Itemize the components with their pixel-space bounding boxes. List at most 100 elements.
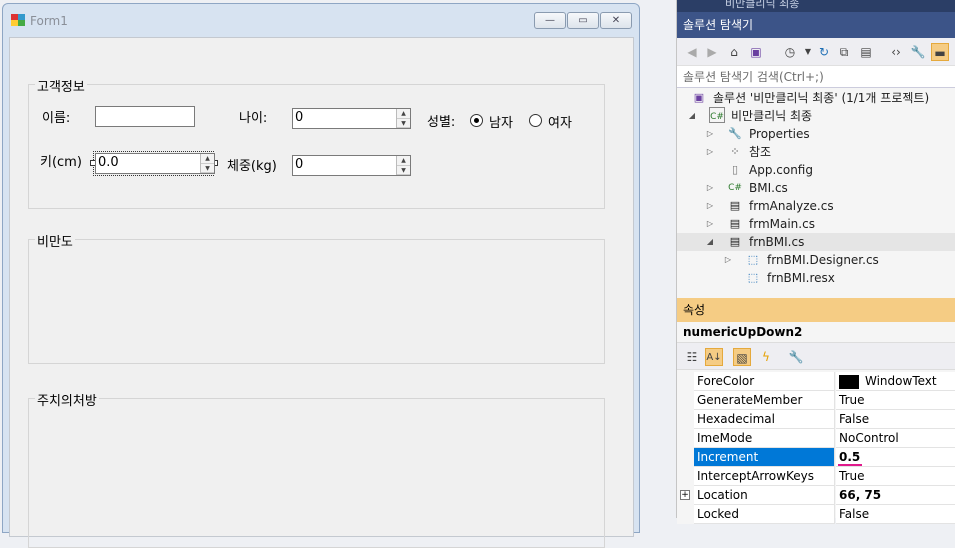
property-value[interactable]: 66, 75 (836, 486, 955, 505)
forward-arrow-icon[interactable]: ▶ (703, 43, 721, 61)
property-value[interactable]: NoControl (836, 429, 955, 448)
row-gutter (677, 429, 694, 448)
collapsed-arrow-icon[interactable]: ▷ (705, 197, 715, 215)
property-pages-icon[interactable]: 🔧 (787, 348, 805, 366)
spin-down-icon[interactable]: ▼ (201, 163, 214, 173)
age-numeric-updown[interactable]: 0 ▲ ▼ (292, 108, 411, 129)
male-radio[interactable] (470, 114, 483, 127)
tree-item-frmanalyze[interactable]: ▷ ▤ frmAnalyze.cs (677, 197, 955, 215)
property-row-locked[interactable]: Locked False (677, 505, 955, 524)
tree-item-frmmain[interactable]: ▷ ▤ frmMain.cs (677, 215, 955, 233)
property-value[interactable]: False (836, 505, 955, 524)
properties-view-icon[interactable]: ▧ (733, 348, 751, 366)
back-arrow-icon[interactable]: ◀ (683, 43, 701, 61)
maximize-button[interactable]: ▭ (567, 12, 599, 29)
properties-object-selector[interactable]: numericUpDown2 System.Windows.Forms.Nume (677, 322, 955, 359)
vs-window-title: 비만클리닉 최종 (725, 0, 800, 10)
property-row-imemode[interactable]: ImeMode NoControl (677, 429, 955, 448)
collapsed-arrow-icon[interactable]: ▷ (705, 215, 715, 233)
collapsed-arrow-icon[interactable]: ▷ (705, 143, 715, 161)
row-gutter (677, 391, 694, 410)
property-value: WindowText (865, 374, 937, 388)
refresh-icon[interactable]: ↻ (815, 43, 833, 61)
expanded-arrow-icon[interactable]: ◢ (687, 107, 697, 125)
preview-selected-icon[interactable]: ▬ (931, 43, 949, 61)
tree-item-bmi-cs[interactable]: ▷ C# BMI.cs (677, 179, 955, 197)
weight-numeric-updown[interactable]: 0 ▲ ▼ (292, 155, 411, 176)
age-spin-buttons[interactable]: ▲ ▼ (396, 109, 410, 128)
height-numeric-updown[interactable]: 0.0 ▲ ▼ (95, 153, 215, 174)
property-row-increment[interactable]: Increment 0.5 (677, 448, 955, 467)
solution-explorer-title: 솔루션 탐색기 (683, 18, 754, 32)
property-value[interactable]: False (836, 410, 955, 429)
csharp-file-icon: C# (728, 183, 742, 193)
properties-panel: 속성 numericUpDown2 System.Windows.Forms.N… (676, 298, 955, 524)
property-name: ImeMode (694, 429, 835, 448)
view-code-icon[interactable]: ‹› (887, 43, 905, 61)
female-radio-label: 여자 (548, 116, 572, 131)
property-name: Location (694, 486, 835, 505)
property-row-location[interactable]: + Location 66, 75 (677, 486, 955, 505)
collapse-all-icon[interactable]: ⧉ (835, 43, 853, 61)
row-gutter (677, 505, 694, 524)
tree-item-app-config[interactable]: ▯ App.config (677, 161, 955, 179)
name-textbox[interactable] (95, 106, 195, 127)
customer-info-caption: 고객정보 (35, 76, 87, 95)
tree-item-properties[interactable]: ▷ 🔧 Properties (677, 125, 955, 143)
property-row-hexadecimal[interactable]: Hexadecimal False (677, 410, 955, 429)
property-name: ForeColor (694, 372, 835, 391)
male-radio-label: 남자 (489, 116, 513, 131)
solution-icon: ▣ (693, 91, 705, 104)
tree-item-project[interactable]: ◢ C# 비만클리닉 최종 (677, 107, 955, 125)
age-value: 0 (295, 110, 304, 125)
property-value-cell[interactable]: 0.5 (836, 448, 955, 467)
tree-item-frnbmi[interactable]: ◢ ▤ frnBMI.cs (677, 233, 955, 251)
property-value-cell[interactable]: WindowText (836, 372, 955, 391)
advice-groupbox[interactable]: 주치의처방 (28, 390, 605, 548)
expanded-arrow-icon[interactable]: ◢ (705, 233, 715, 251)
weight-spin-buttons[interactable]: ▲ ▼ (396, 156, 410, 175)
female-radio[interactable] (529, 114, 542, 127)
property-value[interactable]: True (836, 467, 955, 486)
form-titlebar[interactable]: Form1 — ▭ ✕ (3, 4, 639, 38)
property-value[interactable]: True (836, 391, 955, 410)
events-lightning-icon[interactable]: ϟ (757, 348, 775, 366)
switch-views-icon[interactable]: ▣ (747, 43, 765, 61)
expand-plus-icon[interactable]: + (680, 490, 690, 500)
spin-down-icon[interactable]: ▼ (397, 165, 410, 175)
solution-explorer-header[interactable]: 솔루션 탐색기 (677, 12, 955, 38)
customer-info-groupbox[interactable]: 고객정보 이름: 나이: 0 ▲ ▼ 성별: 남자 여자 키(cm) 0.0 ▲… (28, 76, 605, 209)
tree-item-solution[interactable]: ▣ 솔루션 '비만클리닉 최종' (1/1개 프로젝트) (677, 89, 955, 107)
height-value: 0.0 (98, 155, 119, 170)
spin-down-icon[interactable]: ▼ (397, 118, 410, 128)
collapsed-arrow-icon[interactable]: ▷ (705, 179, 715, 197)
properties-wrench-icon[interactable]: 🔧 (909, 43, 927, 61)
obesity-groupbox[interactable]: 비만도 (28, 231, 605, 364)
spin-up-icon[interactable]: ▲ (201, 154, 214, 164)
close-button[interactable]: ✕ (600, 12, 632, 29)
minimize-button[interactable]: — (534, 12, 566, 29)
property-row-generatemember[interactable]: GenerateMember True (677, 391, 955, 410)
collapsed-arrow-icon[interactable]: ▷ (723, 251, 733, 269)
height-spin-buttons[interactable]: ▲ ▼ (200, 154, 214, 173)
properties-header[interactable]: 속성 (677, 298, 955, 322)
categorized-icon[interactable]: ☷ (683, 348, 701, 366)
form-file-icon: ▤ (729, 217, 741, 230)
form-window[interactable]: Form1 — ▭ ✕ 고객정보 이름: 나이: 0 ▲▼ 성별: 남자 여자 (2, 3, 640, 548)
tree-item-frnbmi-resx[interactable]: ⬚ frnBMI.resx (677, 269, 955, 287)
solution-explorer-search-input[interactable]: 솔루션 탐색기 검색(Ctrl+;) (677, 66, 955, 88)
property-row-interceptarrowkeys[interactable]: InterceptArrowKeys True (677, 467, 955, 486)
property-row-forecolor[interactable]: ForeColor WindowText (677, 372, 955, 391)
tree-item-frnbmi-designer[interactable]: ▷ ⬚ frnBMI.Designer.cs (677, 251, 955, 269)
pending-changes-icon[interactable]: ◷ (781, 43, 799, 61)
collapsed-arrow-icon[interactable]: ▷ (705, 125, 715, 143)
spin-up-icon[interactable]: ▲ (397, 109, 410, 119)
alphabetical-sort-icon[interactable]: A↓ (705, 348, 723, 366)
home-icon[interactable]: ⌂ (725, 43, 743, 61)
form-designer-surface: Form1 — ▭ ✕ 고객정보 이름: 나이: 0 ▲▼ 성별: 남자 여자 (0, 0, 676, 548)
tree-item-references[interactable]: ▷ ⁘ 참조 (677, 143, 955, 161)
spin-up-icon[interactable]: ▲ (397, 156, 410, 166)
show-all-files-icon[interactable]: ▤ (857, 43, 875, 61)
color-swatch (839, 374, 859, 389)
property-name: Locked (694, 505, 835, 524)
